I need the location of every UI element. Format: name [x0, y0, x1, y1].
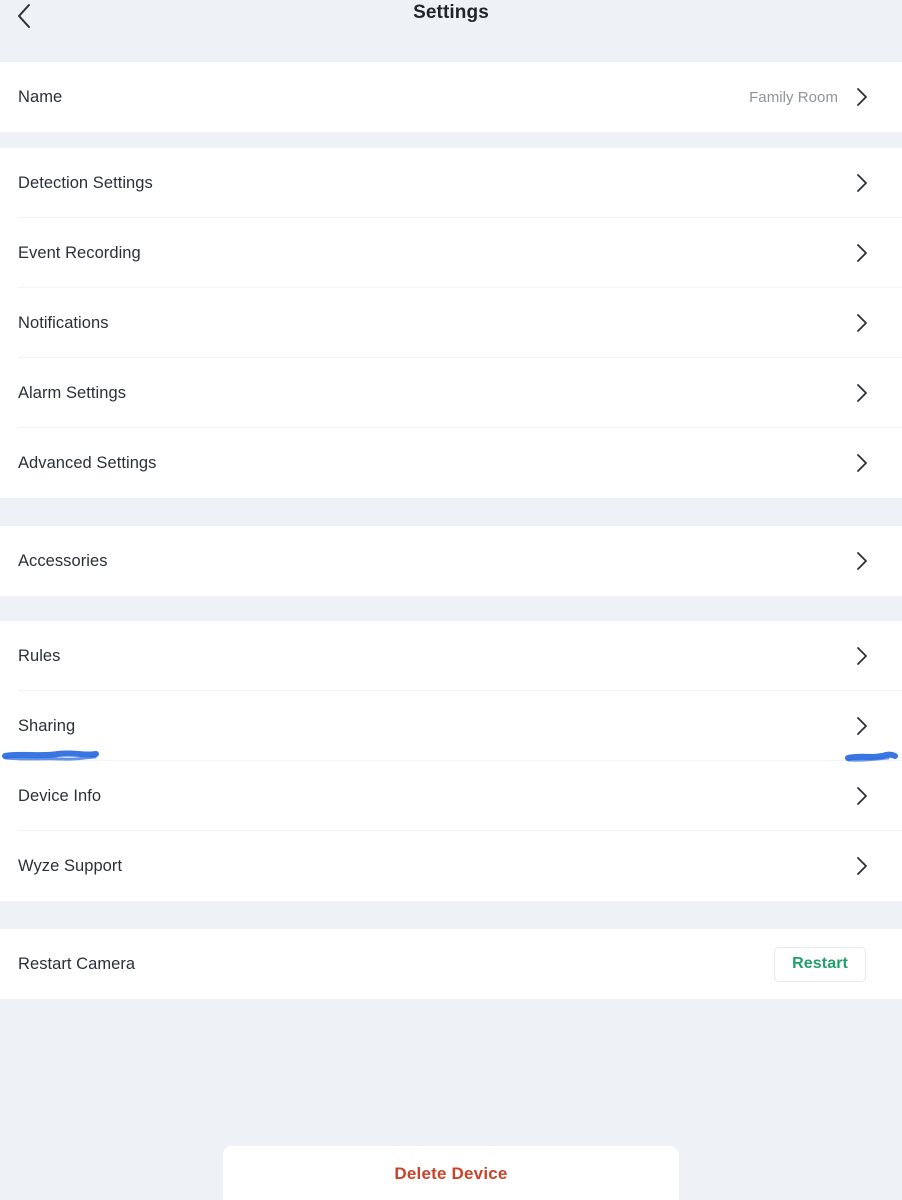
chevron-right-icon	[854, 87, 870, 107]
row-label: Name	[18, 88, 63, 106]
list-item-alarm-settings[interactable]: Alarm Settings	[0, 358, 902, 428]
delete-device-button[interactable]: Delete Device	[223, 1146, 679, 1200]
list-item-notifications[interactable]: Notifications	[0, 288, 902, 358]
row-label: Device Info	[18, 787, 102, 805]
camera-settings-section: Detection Settings Event Recording Notif…	[0, 148, 902, 498]
row-label: Detection Settings	[18, 174, 153, 192]
row-label: Rules	[18, 647, 61, 665]
accessories-section: Accessories	[0, 526, 902, 596]
chevron-right-icon	[854, 716, 870, 736]
restart-section: Restart Camera Restart	[0, 929, 902, 999]
chevron-right-icon	[854, 551, 870, 571]
name-section: Name Family Room	[0, 62, 902, 132]
delete-device-label: Delete Device	[394, 1164, 508, 1183]
chevron-right-icon	[854, 786, 870, 806]
header-bar: Settings	[0, 0, 902, 62]
section-gap-1	[0, 132, 902, 148]
row-label: Sharing	[18, 717, 76, 735]
list-item-name[interactable]: Name Family Room	[0, 62, 902, 132]
row-label: Event Recording	[18, 244, 141, 262]
list-item-accessories[interactable]: Accessories	[0, 526, 902, 596]
chevron-right-icon	[854, 313, 870, 333]
management-section: Rules Sharing Device Info Wyze Support	[0, 621, 902, 901]
row-label: Alarm Settings	[18, 384, 126, 402]
settings-screen: Settings Name Family Room Detection Sett…	[0, 0, 902, 1200]
page-title: Settings	[413, 2, 489, 23]
row-label: Accessories	[18, 552, 108, 570]
chevron-right-icon	[854, 383, 870, 403]
bottom-filler	[0, 999, 902, 1133]
list-item-event-recording[interactable]: Event Recording	[0, 218, 902, 288]
row-label: Restart Camera	[18, 955, 136, 973]
list-item-device-info[interactable]: Device Info	[0, 761, 902, 831]
list-item-detection-settings[interactable]: Detection Settings	[0, 148, 902, 218]
list-item-rules[interactable]: Rules	[0, 621, 902, 691]
section-gap-3	[0, 596, 902, 621]
row-label: Wyze Support	[18, 857, 123, 875]
chevron-right-icon	[854, 243, 870, 263]
list-item-wyze-support[interactable]: Wyze Support	[0, 831, 902, 901]
list-item-advanced-settings[interactable]: Advanced Settings	[0, 428, 902, 498]
restart-button[interactable]: Restart	[774, 946, 866, 982]
list-item-sharing[interactable]: Sharing	[0, 691, 902, 761]
section-gap-2	[0, 498, 902, 526]
chevron-left-icon	[16, 3, 32, 29]
row-value-name: Family Room	[749, 88, 838, 106]
chevron-right-icon	[854, 173, 870, 193]
list-item-restart-camera: Restart Camera Restart	[0, 929, 902, 999]
chevron-right-icon	[854, 856, 870, 876]
row-label: Notifications	[18, 314, 109, 332]
back-button[interactable]	[6, 0, 42, 32]
chevron-right-icon	[854, 646, 870, 666]
section-gap-4	[0, 901, 902, 929]
row-label: Advanced Settings	[18, 454, 157, 472]
chevron-right-icon	[854, 453, 870, 473]
